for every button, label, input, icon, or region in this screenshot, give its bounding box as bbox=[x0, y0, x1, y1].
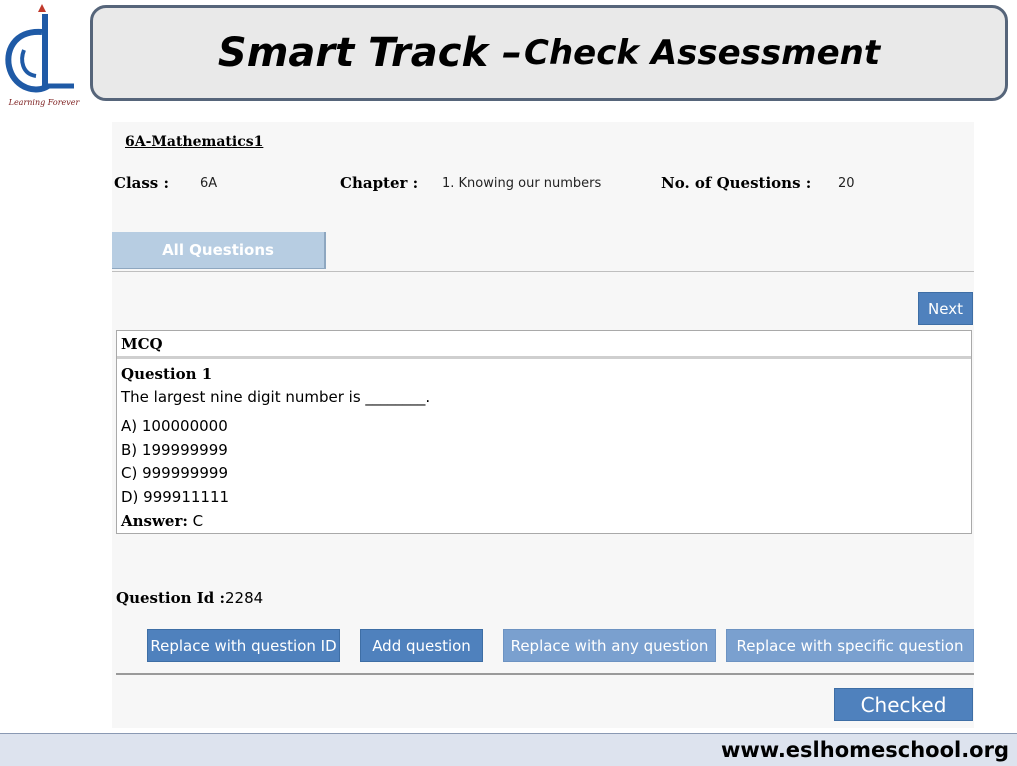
option-a: A) 100000000 bbox=[121, 417, 228, 435]
esl-logo bbox=[2, 2, 84, 110]
question-text: The largest nine digit number is _______… bbox=[121, 388, 431, 406]
question-answer: Answer: C bbox=[121, 512, 203, 530]
class-label: Class : bbox=[114, 174, 170, 192]
page-title: Smart Track – bbox=[217, 30, 522, 76]
assessment-name-link[interactable]: 6A-Mathematics1 bbox=[125, 134, 263, 150]
questions-count-label: No. of Questions : bbox=[661, 174, 812, 192]
replace-with-id-button[interactable]: Replace with question ID bbox=[147, 629, 340, 662]
page-subtitle: Check Assessment bbox=[524, 33, 881, 73]
replace-specific-button[interactable]: Replace with specific question bbox=[726, 629, 974, 662]
footer-bar: www.eslhomeschool.org bbox=[0, 733, 1017, 766]
chapter-value: 1. Knowing our numbers bbox=[442, 176, 602, 191]
question-id: Question Id :2284 bbox=[116, 589, 263, 607]
add-question-button[interactable]: Add question bbox=[360, 629, 483, 662]
question-id-value: 2284 bbox=[224, 589, 264, 607]
question-card: MCQ Question 1 The largest nine digit nu… bbox=[116, 330, 972, 534]
next-button[interactable]: Next bbox=[918, 292, 973, 325]
option-c: C) 999999999 bbox=[121, 464, 228, 482]
option-d: D) 999911111 bbox=[121, 487, 230, 506]
question-options: A) 100000000 B) 199999999 C) 999999999 D… bbox=[121, 415, 229, 509]
footer-url[interactable]: www.eslhomeschool.org bbox=[721, 738, 1009, 762]
question-type: MCQ bbox=[121, 335, 163, 353]
replace-any-button[interactable]: Replace with any question bbox=[503, 629, 716, 662]
actions-divider bbox=[116, 673, 974, 675]
assessment-panel: 6A-Mathematics1 Class : 6A Chapter : 1. … bbox=[112, 122, 974, 728]
esl-logo-icon bbox=[5, 4, 74, 93]
class-value: 6A bbox=[200, 176, 218, 191]
option-b: B) 199999999 bbox=[121, 440, 228, 459]
questions-count-value: 20 bbox=[838, 176, 855, 191]
answer-value: C bbox=[192, 512, 204, 530]
tab-divider bbox=[112, 271, 974, 272]
question-id-label: Question Id : bbox=[116, 589, 225, 607]
question-title: Question 1 bbox=[121, 365, 213, 383]
answer-label: Answer: bbox=[121, 512, 188, 530]
question-divider bbox=[117, 356, 971, 359]
chapter-label: Chapter : bbox=[340, 174, 419, 192]
tab-all-questions[interactable]: All Questions bbox=[112, 232, 326, 269]
title-banner: Smart Track – Check Assessment bbox=[90, 5, 1008, 101]
checked-button[interactable]: Checked bbox=[834, 688, 973, 721]
logo-caption: Learning Forever bbox=[8, 98, 80, 107]
